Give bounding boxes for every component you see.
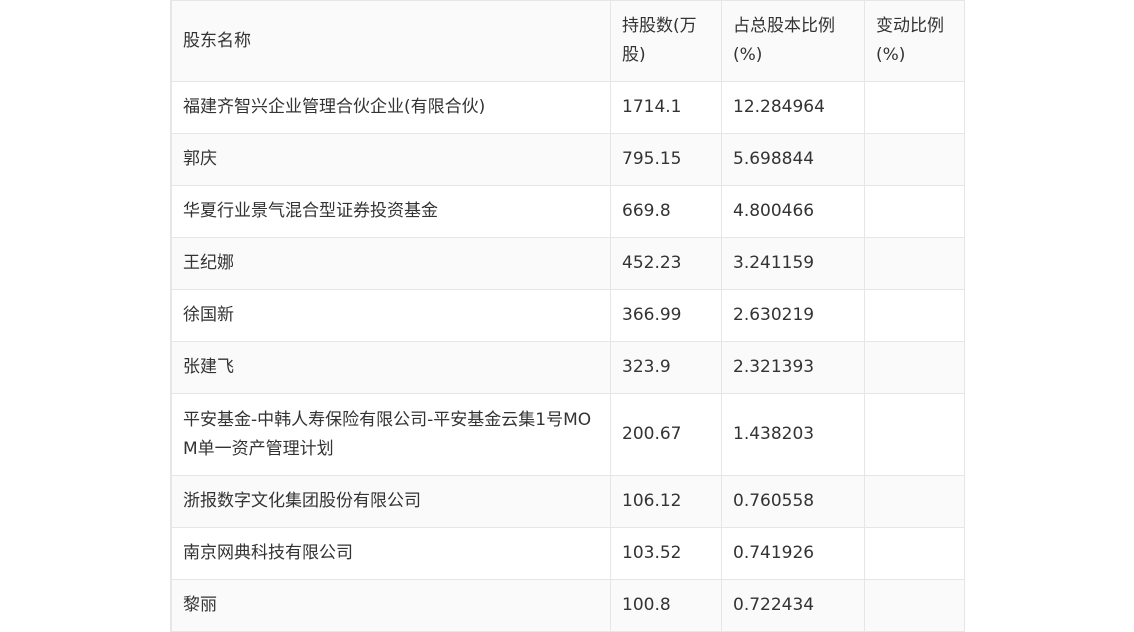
- cell-share-ratio: 1.438203: [721, 393, 865, 476]
- cell-shares-held: 1714.1: [610, 81, 722, 134]
- cell-change-ratio: [864, 133, 965, 186]
- cell-shares-held: 200.67: [610, 393, 722, 476]
- cell-change-ratio: [864, 237, 965, 290]
- cell-shareholder-name: 黎丽: [171, 579, 611, 632]
- cell-share-ratio: 2.321393: [721, 341, 865, 394]
- cell-change-ratio: [864, 185, 965, 238]
- cell-shares-held: 106.12: [610, 475, 722, 528]
- cell-change-ratio: [864, 527, 965, 580]
- cell-shareholder-name: 徐国新: [171, 289, 611, 342]
- table-row: 郭庆 795.15 5.698844: [171, 133, 965, 186]
- cell-share-ratio: 3.241159: [721, 237, 865, 290]
- cell-shareholder-name: 南京网典科技有限公司: [171, 527, 611, 580]
- cell-change-ratio: [864, 289, 965, 342]
- table-header: 股东名称 持股数(万股) 占总股本比例(%) 变动比例(%): [171, 0, 965, 82]
- cell-change-ratio: [864, 579, 965, 632]
- cell-change-ratio: [864, 393, 965, 476]
- cell-shares-held: 100.8: [610, 579, 722, 632]
- header-shareholder-name: 股东名称: [171, 0, 611, 82]
- cell-share-ratio: 0.741926: [721, 527, 865, 580]
- cell-shareholder-name: 张建飞: [171, 341, 611, 394]
- shareholder-table: 股东名称 持股数(万股) 占总股本比例(%) 变动比例(%) 福建齐智兴企业管理…: [171, 0, 965, 632]
- cell-shares-held: 323.9: [610, 341, 722, 394]
- cell-change-ratio: [864, 81, 965, 134]
- table-row: 黎丽 100.8 0.722434: [171, 579, 965, 632]
- table-row: 平安基金-中韩人寿保险有限公司-平安基金云集1号MOM单一资产管理计划 200.…: [171, 393, 965, 476]
- header-change-ratio: 变动比例(%): [864, 0, 965, 82]
- cell-share-ratio: 5.698844: [721, 133, 865, 186]
- cell-share-ratio: 0.760558: [721, 475, 865, 528]
- cell-shares-held: 669.8: [610, 185, 722, 238]
- cell-change-ratio: [864, 341, 965, 394]
- cell-shareholder-name: 华夏行业景气混合型证券投资基金: [171, 185, 611, 238]
- cell-shareholder-name: 福建齐智兴企业管理合伙企业(有限合伙): [171, 81, 611, 134]
- cell-shares-held: 366.99: [610, 289, 722, 342]
- table-body: 福建齐智兴企业管理合伙企业(有限合伙) 1714.1 12.284964 郭庆 …: [171, 81, 965, 632]
- header-share-ratio: 占总股本比例(%): [721, 0, 865, 82]
- shareholder-table-container: 股东名称 持股数(万股) 占总股本比例(%) 变动比例(%) 福建齐智兴企业管理…: [170, 0, 965, 632]
- header-shares-held: 持股数(万股): [610, 0, 722, 82]
- table-row: 福建齐智兴企业管理合伙企业(有限合伙) 1714.1 12.284964: [171, 81, 965, 134]
- cell-shares-held: 452.23: [610, 237, 722, 290]
- cell-share-ratio: 0.722434: [721, 579, 865, 632]
- table-row: 浙报数字文化集团股份有限公司 106.12 0.760558: [171, 475, 965, 528]
- header-row: 股东名称 持股数(万股) 占总股本比例(%) 变动比例(%): [171, 0, 965, 82]
- cell-shares-held: 795.15: [610, 133, 722, 186]
- cell-shares-held: 103.52: [610, 527, 722, 580]
- table-row: 王纪娜 452.23 3.241159: [171, 237, 965, 290]
- table-row: 徐国新 366.99 2.630219: [171, 289, 965, 342]
- cell-shareholder-name: 王纪娜: [171, 237, 611, 290]
- cell-shareholder-name: 郭庆: [171, 133, 611, 186]
- table-row: 张建飞 323.9 2.321393: [171, 341, 965, 394]
- cell-shareholder-name: 浙报数字文化集团股份有限公司: [171, 475, 611, 528]
- cell-share-ratio: 4.800466: [721, 185, 865, 238]
- cell-share-ratio: 2.630219: [721, 289, 865, 342]
- table-row: 南京网典科技有限公司 103.52 0.741926: [171, 527, 965, 580]
- cell-share-ratio: 12.284964: [721, 81, 865, 134]
- cell-shareholder-name: 平安基金-中韩人寿保险有限公司-平安基金云集1号MOM单一资产管理计划: [171, 393, 611, 476]
- cell-change-ratio: [864, 475, 965, 528]
- table-row: 华夏行业景气混合型证券投资基金 669.8 4.800466: [171, 185, 965, 238]
